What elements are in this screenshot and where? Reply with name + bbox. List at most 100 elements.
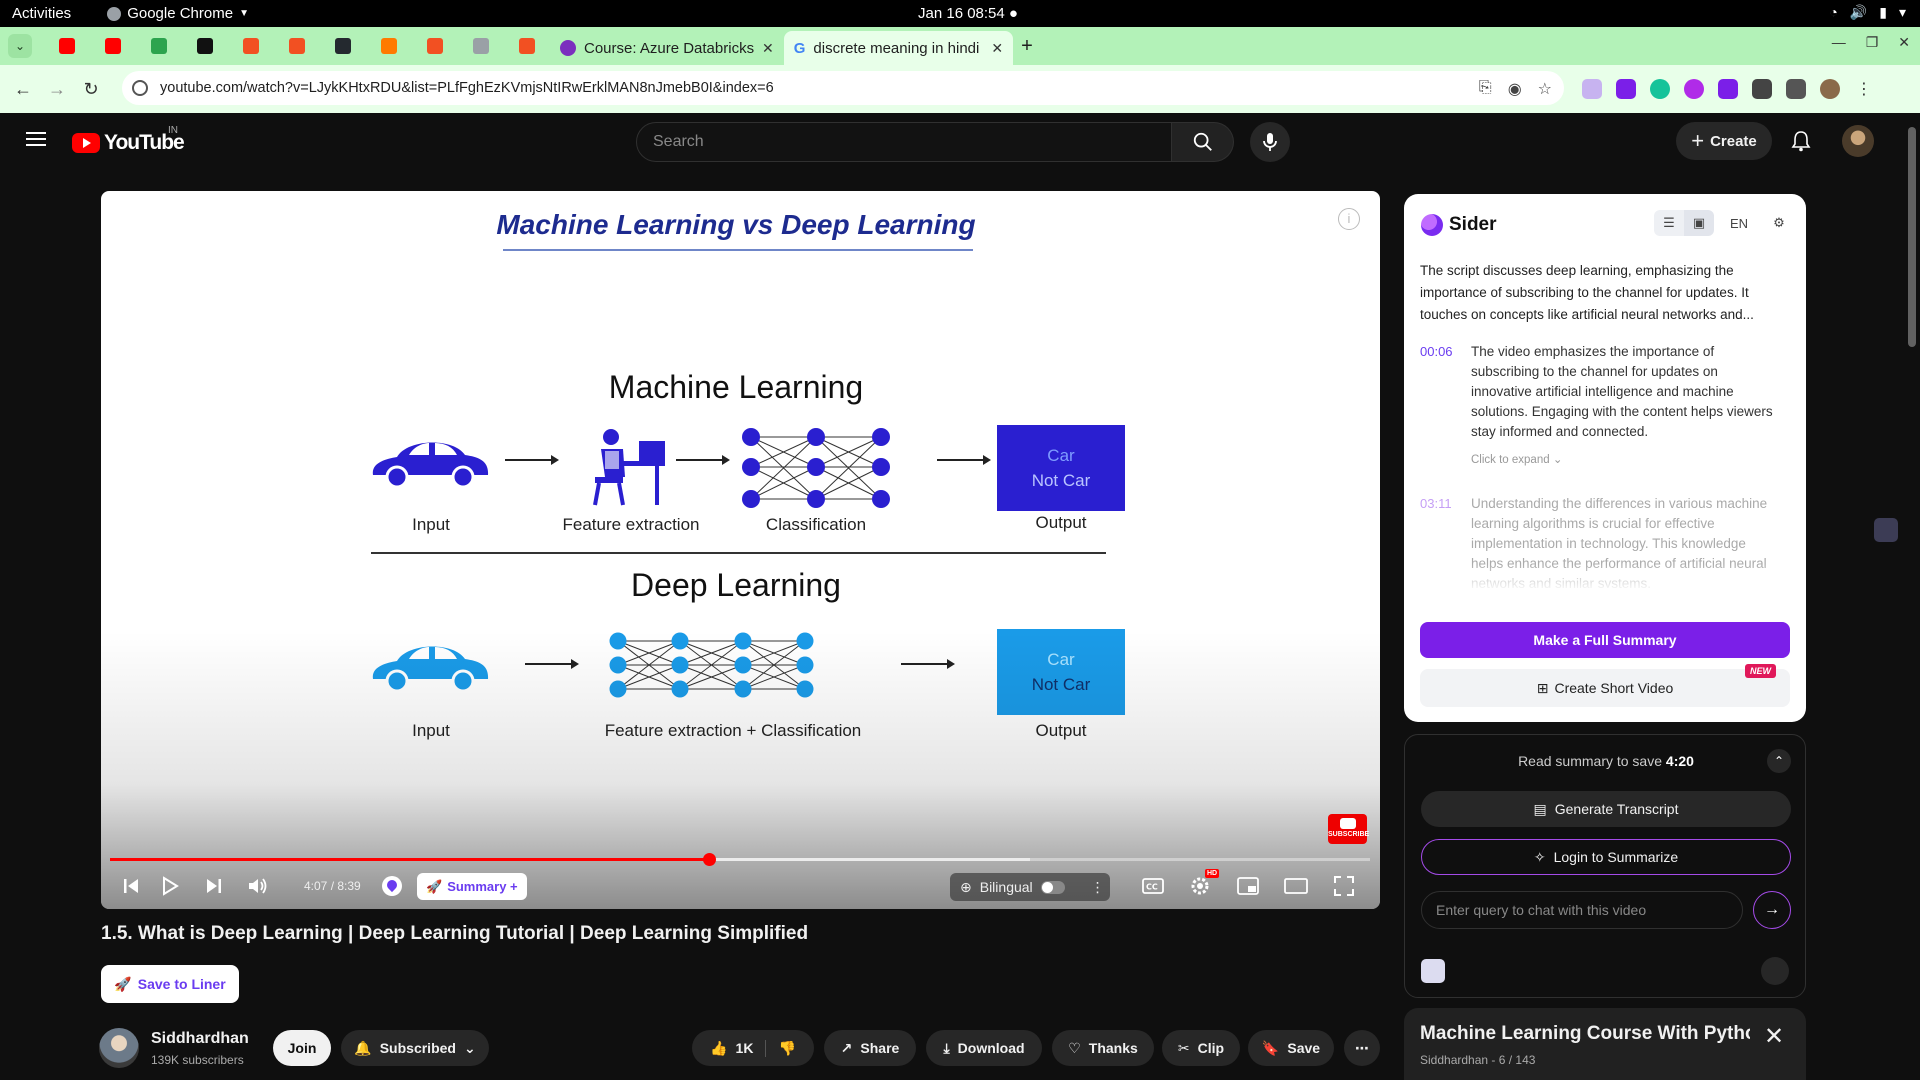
make-full-summary-button[interactable]: Make a Full Summary bbox=[1420, 622, 1790, 658]
site-info-icon[interactable] bbox=[132, 80, 148, 96]
search-button[interactable] bbox=[1172, 122, 1234, 162]
play-button[interactable] bbox=[158, 873, 182, 899]
youtube-logo[interactable]: YouTube bbox=[72, 131, 185, 155]
playlist-title[interactable]: Machine Learning Course With Python bbox=[1420, 1023, 1750, 1045]
url-text[interactable]: youtube.com/watch?v=LJykKHtxRDU&list=PLf… bbox=[160, 80, 774, 96]
pinned-tab[interactable] bbox=[228, 27, 274, 65]
bilingual-toggle[interactable]: ⊕ Bilingual ⋮ bbox=[950, 873, 1110, 901]
save-button[interactable]: 🔖 Save bbox=[1248, 1030, 1334, 1066]
bookmark-star-icon[interactable]: ☆ bbox=[1538, 79, 1552, 99]
pen-extension-icon[interactable] bbox=[1616, 79, 1636, 99]
settings-gear-icon[interactable]: ⚙ bbox=[1764, 210, 1794, 236]
tab-azure-databricks[interactable]: Course: Azure Databricks ✕ bbox=[550, 31, 784, 65]
create-button[interactable]: + Create bbox=[1676, 122, 1772, 160]
pinned-tab[interactable] bbox=[182, 27, 228, 65]
close-playlist-icon[interactable]: ✕ bbox=[1764, 1022, 1784, 1051]
sider-mini-icon[interactable] bbox=[1421, 959, 1445, 983]
pinned-tab[interactable] bbox=[90, 27, 136, 65]
subtitle-view-icon[interactable]: ▣ bbox=[1684, 210, 1714, 236]
more-options-icon[interactable]: ⋮ bbox=[1091, 879, 1105, 896]
menu-icon[interactable] bbox=[26, 132, 46, 146]
pinned-tab[interactable] bbox=[274, 27, 320, 65]
page-scrollbar[interactable] bbox=[1905, 113, 1919, 1080]
eye-off-icon[interactable]: ◉ bbox=[1508, 79, 1522, 99]
channel-avatar[interactable] bbox=[99, 1028, 139, 1068]
grammarly-icon[interactable] bbox=[1650, 79, 1670, 99]
join-button[interactable]: Join bbox=[273, 1030, 331, 1066]
mute-button[interactable] bbox=[245, 873, 271, 899]
login-to-summarize-button[interactable]: ✧ Login to Summarize bbox=[1421, 839, 1791, 875]
clock[interactable]: Jan 16 08:54 ● bbox=[918, 5, 1018, 22]
more-actions-button[interactable]: ⋯ bbox=[1344, 1030, 1380, 1066]
info-icon[interactable]: i bbox=[1338, 208, 1360, 230]
collapse-chevron-icon[interactable]: ⌃ bbox=[1767, 749, 1791, 773]
chat-input[interactable]: Enter query to chat with this video bbox=[1421, 891, 1743, 929]
floating-sider-icon[interactable] bbox=[1874, 518, 1898, 542]
notifications-button[interactable] bbox=[1788, 127, 1814, 155]
voice-search-button[interactable] bbox=[1250, 122, 1290, 162]
thanks-button[interactable]: ♡ Thanks bbox=[1052, 1030, 1154, 1066]
like-button[interactable]: 👍 1K bbox=[710, 1039, 767, 1057]
send-button[interactable]: → bbox=[1753, 891, 1791, 929]
language-selector[interactable]: EN bbox=[1724, 210, 1754, 236]
share-button[interactable]: ↗ Share bbox=[824, 1030, 916, 1066]
activities-button[interactable]: Activities bbox=[12, 5, 71, 22]
video-player[interactable]: Machine Learning vs Deep Learning i Mach… bbox=[101, 191, 1380, 909]
pinned-tab[interactable] bbox=[504, 27, 550, 65]
new-tab-button[interactable]: + bbox=[1021, 35, 1033, 58]
liner-extension-icon[interactable] bbox=[1718, 79, 1738, 99]
system-tray[interactable]: ◔ 🔊 ▮ ▾ bbox=[1829, 4, 1906, 21]
location-pin-icon[interactable] bbox=[382, 876, 402, 896]
pinned-tab[interactable] bbox=[44, 27, 90, 65]
fullscreen-button[interactable] bbox=[1331, 873, 1357, 899]
timestamp-link[interactable]: 00:06 bbox=[1420, 344, 1453, 359]
search-input[interactable]: Search bbox=[636, 122, 1172, 162]
theater-mode-button[interactable] bbox=[1283, 873, 1309, 899]
sider-extension-icon[interactable] bbox=[1684, 79, 1704, 99]
save-to-liner-button[interactable]: 🚀 Save to Liner bbox=[101, 965, 239, 1003]
forward-button[interactable]: → bbox=[40, 79, 74, 100]
timestamp-link[interactable]: 03:11 bbox=[1420, 496, 1452, 511]
close-tab-icon[interactable]: ✕ bbox=[762, 40, 774, 57]
subscribe-watermark[interactable]: SUBSCRIBE bbox=[1328, 814, 1369, 844]
list-view-icon[interactable]: ☰ bbox=[1654, 210, 1684, 236]
download-button[interactable]: ⤓ Download bbox=[926, 1030, 1042, 1066]
captions-button[interactable]: CC bbox=[1140, 873, 1166, 899]
pinned-tab[interactable] bbox=[412, 27, 458, 65]
close-window-icon[interactable]: ✕ bbox=[1898, 34, 1910, 51]
media-control-icon[interactable] bbox=[1786, 79, 1806, 99]
close-tab-icon[interactable]: ✕ bbox=[991, 40, 1003, 57]
chrome-menu-icon[interactable]: ⋮ bbox=[1854, 79, 1874, 99]
app-menu[interactable]: Google Chrome ▼ bbox=[107, 5, 249, 22]
address-bar[interactable]: youtube.com/watch?v=LJykKHtxRDU&list=PLf… bbox=[122, 71, 1564, 105]
account-avatar[interactable] bbox=[1842, 125, 1874, 157]
subscribed-button[interactable]: 🔔 Subscribed ⌄ bbox=[341, 1030, 489, 1066]
profile-avatar[interactable] bbox=[1820, 79, 1840, 99]
miniplayer-button[interactable] bbox=[1235, 873, 1261, 899]
create-short-video-button[interactable]: ⊞ Create Short Video NEW bbox=[1420, 664, 1790, 707]
bilingual-switch[interactable] bbox=[1040, 880, 1065, 894]
tab-discrete-meaning[interactable]: G discrete meaning in hindi ✕ bbox=[783, 31, 1014, 65]
minimize-icon[interactable]: — bbox=[1832, 34, 1846, 51]
previous-button[interactable] bbox=[119, 873, 143, 899]
progress-bar[interactable] bbox=[110, 853, 1370, 866]
user-profile-icon[interactable] bbox=[1761, 957, 1789, 985]
pinned-tab[interactable] bbox=[320, 27, 366, 65]
maximize-icon[interactable]: ❐ bbox=[1866, 34, 1879, 51]
back-button[interactable]: ← bbox=[6, 79, 40, 100]
channel-name[interactable]: Siddhardhan bbox=[151, 1030, 249, 1048]
scrollbar-thumb[interactable] bbox=[1908, 127, 1916, 347]
install-app-icon[interactable]: ⎘ bbox=[1479, 79, 1492, 99]
clip-button[interactable]: ✂ Clip bbox=[1162, 1030, 1240, 1066]
pinned-tab[interactable] bbox=[136, 27, 182, 65]
extensions-puzzle-icon[interactable] bbox=[1752, 79, 1772, 99]
summary-button[interactable]: 🚀 Summary + bbox=[417, 873, 527, 900]
dislike-button[interactable]: 👎 bbox=[766, 1040, 795, 1057]
reload-button[interactable]: ↻ bbox=[74, 79, 108, 100]
pinned-tab[interactable] bbox=[458, 27, 504, 65]
pinned-tab[interactable] bbox=[366, 27, 412, 65]
next-button[interactable] bbox=[202, 873, 226, 899]
tab-search-button[interactable]: ⌄ bbox=[8, 34, 32, 58]
generate-transcript-button[interactable]: ▤ Generate Transcript bbox=[1421, 791, 1791, 827]
click-to-expand-link[interactable]: Click to expand ⌄ bbox=[1471, 452, 1562, 466]
